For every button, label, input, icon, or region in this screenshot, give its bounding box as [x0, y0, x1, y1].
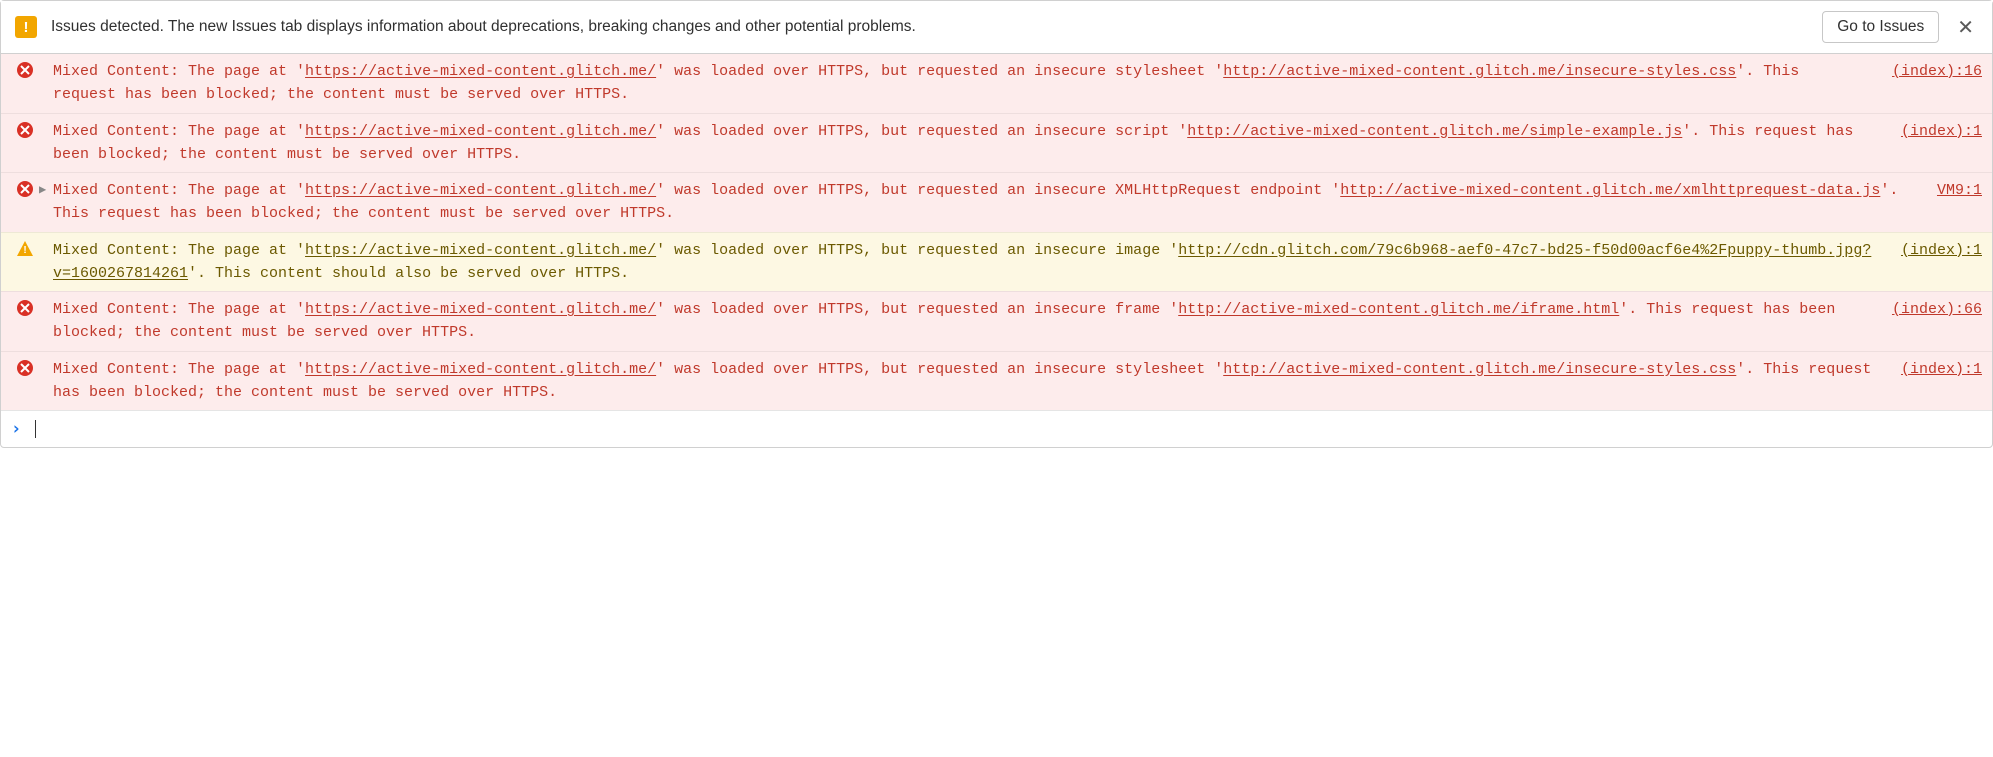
message-url[interactable]: https://active-mixed-content.glitch.me/	[305, 182, 656, 199]
warning-icon	[11, 239, 39, 256]
issues-bar-text: Issues detected. The new Issues tab disp…	[51, 18, 1808, 36]
expand-toggle-icon	[39, 358, 53, 360]
source-link[interactable]: (index):1	[1891, 239, 1982, 262]
message-text: Mixed Content: The page at 'https://acti…	[53, 120, 1891, 167]
error-icon	[11, 298, 39, 316]
console-message: Mixed Content: The page at 'https://acti…	[1, 351, 1992, 411]
message-url[interactable]: http://active-mixed-content.glitch.me/xm…	[1340, 182, 1880, 199]
console-message: Mixed Content: The page at 'https://acti…	[1, 232, 1992, 292]
console-message: ▶Mixed Content: The page at 'https://act…	[1, 172, 1992, 232]
message-text: Mixed Content: The page at 'https://acti…	[53, 298, 1882, 345]
message-text: Mixed Content: The page at 'https://acti…	[53, 60, 1882, 107]
prompt-chevron-icon: ›	[11, 419, 35, 439]
source-link[interactable]: (index):1	[1891, 358, 1982, 381]
source-link[interactable]: (index):66	[1882, 298, 1982, 321]
console-panel: ! Issues detected. The new Issues tab di…	[0, 0, 1993, 448]
message-url[interactable]: https://active-mixed-content.glitch.me/	[305, 63, 656, 80]
message-url[interactable]: https://active-mixed-content.glitch.me/	[305, 301, 656, 318]
expand-toggle-icon	[39, 60, 53, 62]
issues-bar: ! Issues detected. The new Issues tab di…	[1, 1, 1992, 54]
message-url[interactable]: https://active-mixed-content.glitch.me/	[305, 123, 656, 140]
error-icon	[11, 358, 39, 376]
message-url[interactable]: https://active-mixed-content.glitch.me/	[305, 242, 656, 259]
message-text: Mixed Content: The page at 'https://acti…	[53, 239, 1891, 286]
message-text: Mixed Content: The page at 'https://acti…	[53, 358, 1891, 405]
message-url[interactable]: http://active-mixed-content.glitch.me/in…	[1223, 63, 1736, 80]
error-icon	[11, 120, 39, 138]
source-link[interactable]: (index):16	[1882, 60, 1982, 83]
console-message: Mixed Content: The page at 'https://acti…	[1, 113, 1992, 173]
prompt-caret	[35, 420, 36, 438]
message-url[interactable]: http://active-mixed-content.glitch.me/si…	[1187, 123, 1682, 140]
source-link[interactable]: (index):1	[1891, 120, 1982, 143]
console-message-list: Mixed Content: The page at 'https://acti…	[1, 54, 1992, 410]
expand-toggle-icon	[39, 298, 53, 300]
console-message: Mixed Content: The page at 'https://acti…	[1, 291, 1992, 351]
error-icon	[11, 60, 39, 78]
message-url[interactable]: http://active-mixed-content.glitch.me/if…	[1178, 301, 1619, 318]
message-text: Mixed Content: The page at 'https://acti…	[53, 179, 1927, 226]
source-link[interactable]: VM9:1	[1927, 179, 1982, 202]
expand-toggle-icon[interactable]: ▶	[39, 179, 53, 200]
close-icon[interactable]: ✕	[1953, 15, 1978, 40]
console-message: Mixed Content: The page at 'https://acti…	[1, 54, 1992, 113]
message-url[interactable]: https://active-mixed-content.glitch.me/	[305, 361, 656, 378]
expand-toggle-icon	[39, 239, 53, 241]
error-icon	[11, 179, 39, 197]
issues-badge-icon: !	[15, 16, 37, 38]
message-url[interactable]: http://active-mixed-content.glitch.me/in…	[1223, 361, 1736, 378]
console-prompt[interactable]: ›	[1, 410, 1992, 447]
expand-toggle-icon	[39, 120, 53, 122]
go-to-issues-button[interactable]: Go to Issues	[1822, 11, 1939, 43]
